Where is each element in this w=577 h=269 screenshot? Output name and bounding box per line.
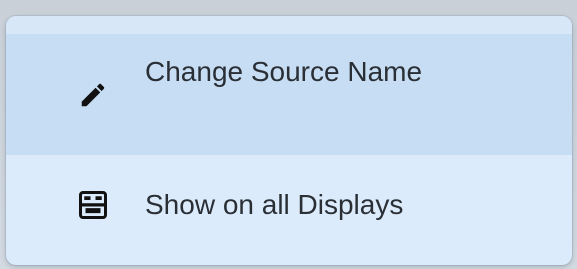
menu-top-padding xyxy=(6,16,572,34)
displays-icon xyxy=(78,190,108,220)
context-menu: Change Source Name Show on all Displays xyxy=(6,16,572,265)
menu-item-label: Show on all Displays xyxy=(145,189,404,220)
pencil-icon xyxy=(78,80,108,110)
menu-item-show-on-all-displays[interactable]: Show on all Displays xyxy=(6,155,572,265)
menu-item-change-source-name[interactable]: Change Source Name xyxy=(6,34,572,155)
menu-item-label: Change Source Name xyxy=(145,56,423,87)
